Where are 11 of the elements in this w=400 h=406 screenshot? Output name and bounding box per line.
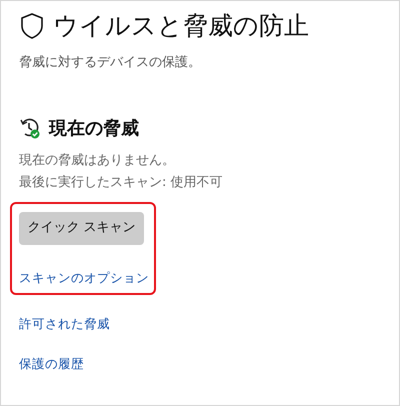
page-subtitle: 脅威に対するデバイスの保護。 [19, 54, 202, 72]
quick-scan-button[interactable]: クイック スキャン [19, 212, 144, 244]
status-text: 最後に実行したスキャン: 使用不可 [19, 174, 224, 192]
section-heading: 現在の脅威 [49, 116, 139, 140]
status-text: 現在の脅威はありません。 [19, 152, 176, 170]
shield-icon [19, 12, 45, 40]
scan-options-link[interactable]: スキャンのオプション [19, 268, 149, 288]
page-title: ウイルスと脅威の防止 [53, 11, 309, 41]
clock-check-icon [19, 117, 41, 139]
link[interactable]: 保護の履歴 [19, 354, 84, 374]
link[interactable]: 許可された脅威 [19, 314, 110, 334]
